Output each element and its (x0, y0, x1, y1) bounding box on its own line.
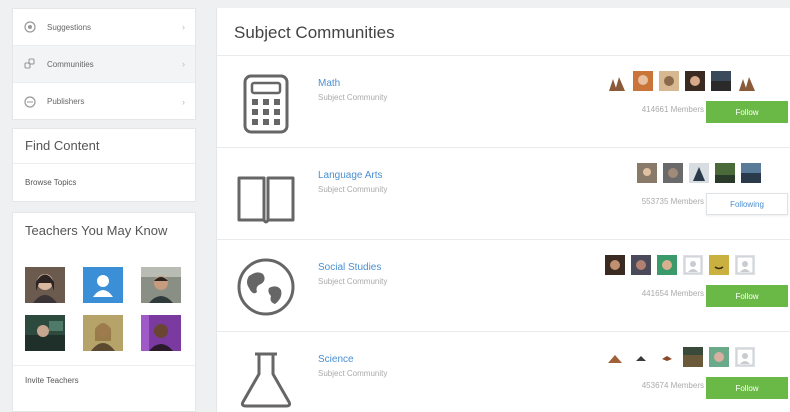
member-avatars (605, 347, 755, 367)
default-avatar[interactable] (735, 255, 755, 275)
teacher-avatar-grid (13, 267, 195, 351)
publishers-icon (23, 95, 37, 109)
community-type: Subject Community (318, 369, 388, 378)
sidebar-item-label: Communities (47, 59, 94, 69)
member-count: 453674 Members (641, 381, 704, 390)
member-avatar[interactable] (685, 71, 705, 91)
page-title: Subject Communities (217, 8, 790, 56)
community-type: Subject Community (318, 185, 388, 194)
invite-teachers-link[interactable]: Invite Teachers (13, 365, 195, 395)
member-avatar[interactable] (683, 347, 703, 367)
teacher-avatar[interactable] (25, 267, 65, 303)
follow-button[interactable]: Follow (706, 285, 788, 307)
member-avatar[interactable] (709, 255, 729, 275)
community-row-math: Math Subject Community 414661 Members Fo… (217, 56, 790, 148)
member-avatar[interactable] (607, 71, 627, 91)
community-row-science: Science Subject Community 453674 Members… (217, 332, 790, 412)
member-avatar[interactable] (605, 255, 625, 275)
member-avatar[interactable] (709, 347, 729, 367)
member-count: 414661 Members (641, 105, 704, 114)
member-avatar[interactable] (657, 347, 677, 367)
member-avatars (637, 163, 761, 183)
community-name[interactable]: Science (318, 354, 354, 365)
main-content: Subject Communities Math Subject Communi… (216, 8, 790, 412)
find-content-title: Find Content (13, 129, 195, 164)
sidebar: Suggestions › Communities › Publishers ›… (12, 8, 196, 412)
teacher-avatar[interactable] (25, 315, 65, 351)
sidebar-item-suggestions[interactable]: Suggestions › (13, 9, 195, 46)
teachers-title: Teachers You May Know (25, 223, 168, 238)
member-avatar[interactable] (637, 163, 657, 183)
default-avatar[interactable] (83, 267, 123, 303)
member-count: 441654 Members (641, 289, 704, 298)
member-avatar[interactable] (663, 163, 683, 183)
community-type: Subject Community (318, 93, 388, 102)
member-avatar[interactable] (657, 255, 677, 275)
chevron-right-icon: › (182, 22, 185, 32)
follow-button[interactable]: Follow (706, 377, 788, 399)
member-avatar[interactable] (659, 71, 679, 91)
member-avatar[interactable] (715, 163, 735, 183)
teacher-avatar[interactable] (141, 315, 181, 351)
teacher-avatar[interactable] (141, 267, 181, 303)
community-name[interactable]: Social Studies (318, 262, 381, 273)
member-avatar[interactable] (737, 71, 757, 91)
teacher-avatar[interactable] (83, 315, 123, 351)
member-avatar[interactable] (741, 163, 761, 183)
community-name[interactable]: Language Arts (318, 170, 383, 181)
member-avatar[interactable] (689, 163, 709, 183)
default-avatar[interactable] (683, 255, 703, 275)
sidebar-item-communities[interactable]: Communities › (13, 46, 195, 83)
sidebar-item-publishers[interactable]: Publishers › (13, 83, 195, 120)
member-avatar[interactable] (631, 255, 651, 275)
member-avatar[interactable] (631, 347, 651, 367)
chevron-right-icon: › (182, 96, 185, 107)
browse-topics-link[interactable]: Browse Topics (13, 164, 195, 201)
member-count: 553735 Members (641, 197, 704, 206)
member-avatar[interactable] (605, 347, 625, 367)
globe-icon (237, 258, 295, 316)
calculator-icon (243, 74, 289, 134)
find-content-panel: Find Content Browse Topics (12, 128, 196, 202)
teachers-panel: Teachers You May Know Invite Teachers (12, 212, 196, 412)
member-avatar[interactable] (711, 71, 731, 91)
suggestions-icon (23, 20, 37, 34)
follow-button[interactable]: Follow (706, 101, 788, 123)
member-avatars (607, 71, 757, 91)
community-type: Subject Community (318, 277, 388, 286)
communities-icon (23, 57, 37, 71)
flask-icon (240, 352, 292, 408)
sidebar-item-label: Suggestions (47, 22, 92, 32)
sidebar-nav: Suggestions › Communities › Publishers › (12, 8, 196, 120)
default-avatar[interactable] (735, 347, 755, 367)
member-avatars (605, 255, 755, 275)
member-avatar[interactable] (633, 71, 653, 91)
following-button[interactable]: Following (706, 193, 788, 215)
book-icon (237, 176, 295, 224)
community-name[interactable]: Math (318, 78, 340, 89)
sidebar-item-label: Publishers (47, 97, 85, 106)
community-row-social-studies: Social Studies Subject Community 441654 … (217, 240, 790, 332)
community-row-language-arts: Language Arts Subject Community 553735 M… (217, 148, 790, 240)
chevron-right-icon: › (182, 59, 185, 69)
